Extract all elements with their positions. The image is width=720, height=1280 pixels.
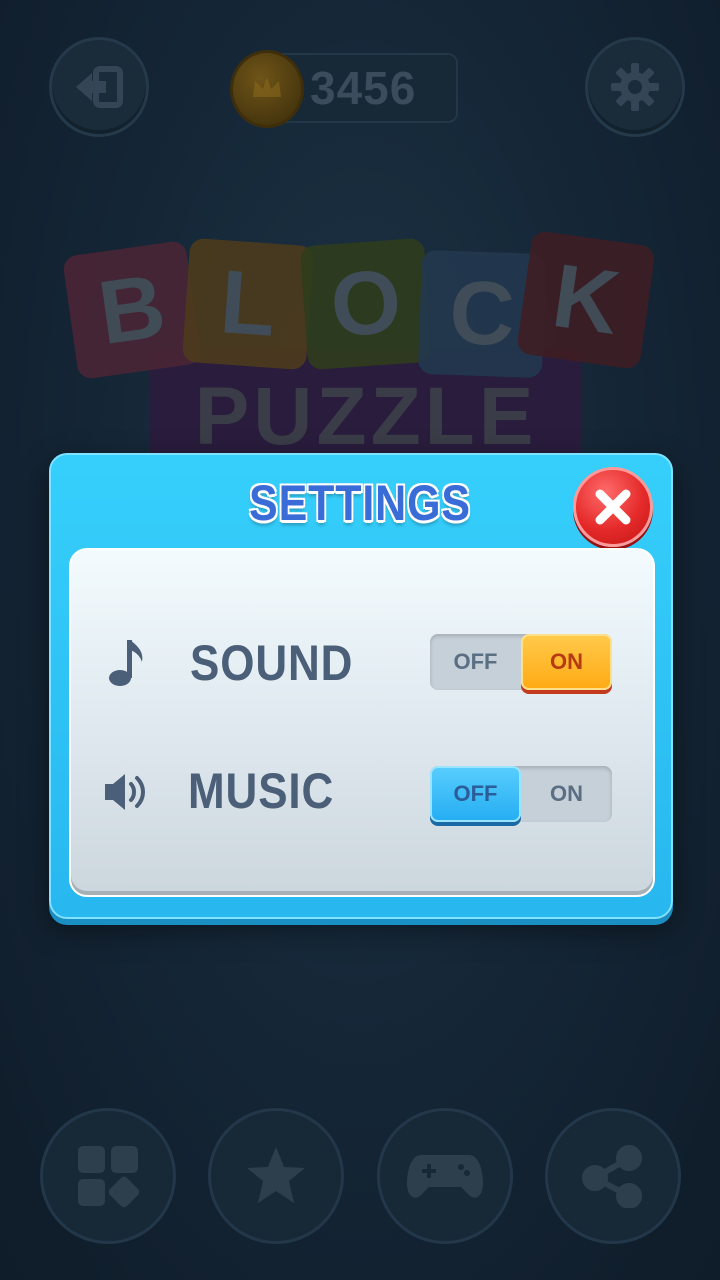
logo-block-k: K <box>515 229 657 371</box>
exit-button[interactable] <box>49 37 149 137</box>
music-note-icon <box>109 640 143 686</box>
coin-count: 3456 <box>310 62 417 114</box>
gamepad-icon <box>407 1155 483 1198</box>
logo-block-l: L <box>181 237 315 371</box>
close-button[interactable] <box>573 467 653 547</box>
share-button[interactable] <box>545 1108 681 1244</box>
sound-on-option[interactable]: ON <box>521 634 612 690</box>
sound-toggle[interactable]: OFF ON <box>430 634 612 690</box>
music-off-option[interactable]: OFF <box>430 766 521 822</box>
settings-button[interactable] <box>585 37 685 137</box>
logo-block-b: B <box>61 239 203 381</box>
sound-label: SOUND <box>190 635 354 691</box>
logo-block-o: O <box>299 237 433 371</box>
grid-icon <box>78 1146 140 1208</box>
star-icon <box>247 1147 305 1203</box>
music-label: MUSIC <box>188 763 335 819</box>
games-button[interactable] <box>377 1108 513 1244</box>
settings-panel <box>69 548 655 897</box>
share-icon <box>582 1145 642 1208</box>
levels-button[interactable] <box>40 1108 176 1244</box>
music-on-option[interactable]: ON <box>521 766 612 822</box>
music-toggle[interactable]: OFF ON <box>430 766 612 822</box>
exit-icon <box>76 66 123 108</box>
logo-subtitle: PUZZLE <box>194 371 538 462</box>
speaker-icon <box>105 774 145 810</box>
close-icon <box>595 489 631 525</box>
coin-icon <box>230 50 304 128</box>
gear-icon <box>611 63 659 111</box>
rate-button[interactable] <box>208 1108 344 1244</box>
sound-off-option[interactable]: OFF <box>430 634 521 690</box>
